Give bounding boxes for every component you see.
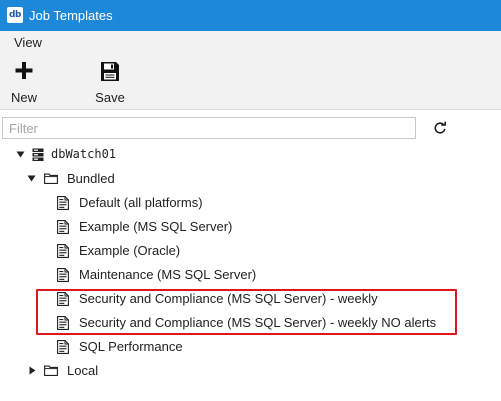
tree-label-local: Local	[67, 363, 99, 378]
tree-item-template[interactable]: SQL Performance	[0, 336, 501, 358]
caret-down-icon[interactable]	[16, 150, 25, 159]
job-template-icon	[57, 340, 69, 354]
menu-bar: View	[0, 31, 501, 54]
server-icon	[32, 148, 44, 161]
tree-item-template[interactable]: Example (MS SQL Server)	[0, 216, 501, 238]
tree-item-template[interactable]: Default (all platforms)	[0, 192, 501, 214]
tree-node-local[interactable]: Local	[0, 360, 501, 382]
plus-icon	[15, 62, 33, 79]
tree-item-label: Maintenance (MS SQL Server)	[79, 267, 257, 282]
refresh-icon[interactable]	[433, 121, 447, 135]
filter-input[interactable]	[2, 117, 416, 139]
folder-icon	[44, 365, 58, 376]
floppy-disk-icon	[101, 62, 119, 81]
tree-node-dbwatch01[interactable]: dbWatch01	[0, 144, 501, 166]
new-button-label: New	[10, 90, 37, 105]
job-template-icon	[57, 196, 69, 210]
tree-node-bundled[interactable]: Bundled	[0, 168, 501, 190]
menu-view[interactable]: View	[14, 35, 42, 50]
folder-icon	[44, 173, 58, 184]
tree-label-bundled: Bundled	[67, 171, 115, 186]
dbwatch-app-icon: db	[7, 7, 23, 23]
tree-label-dbwatch01: dbWatch01	[51, 147, 117, 161]
save-button-label: Save	[95, 90, 125, 105]
tree-item-template[interactable]: Maintenance (MS SQL Server)	[0, 264, 501, 286]
job-templates-window: db Job Templates View New Save Filter db…	[0, 0, 501, 401]
annotation-highlight-box	[36, 289, 457, 335]
job-template-icon	[57, 268, 69, 282]
new-button[interactable]: New	[1, 58, 47, 105]
window-title: Job Templates	[29, 8, 113, 23]
toolbar: New Save	[0, 54, 501, 110]
tree-item-template[interactable]: Example (Oracle)	[0, 240, 501, 262]
tree-item-label: Example (Oracle)	[79, 243, 181, 258]
job-template-icon	[57, 220, 69, 234]
tree-item-label: SQL Performance	[79, 339, 183, 354]
caret-down-icon[interactable]	[27, 174, 36, 183]
save-button[interactable]: Save	[87, 58, 133, 105]
job-template-icon	[57, 244, 69, 258]
title-bar: db Job Templates	[0, 0, 501, 31]
caret-right-icon[interactable]	[28, 366, 37, 375]
tree-item-label: Example (MS SQL Server)	[79, 219, 233, 234]
tree-item-label: Default (all platforms)	[79, 195, 203, 210]
